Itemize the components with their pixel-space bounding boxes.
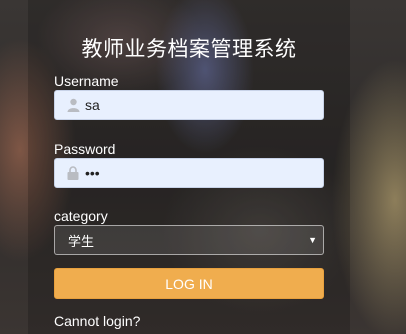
password-value: •••: [85, 165, 100, 181]
user-icon: [63, 98, 83, 112]
password-label: Password: [54, 141, 116, 157]
page-title: 教师业务档案管理系统: [81, 38, 297, 61]
category-selected-value: 学生: [68, 233, 95, 249]
username-label: Username: [54, 73, 119, 89]
password-field[interactable]: •••: [54, 158, 324, 188]
username-field[interactable]: sa: [54, 90, 324, 120]
username-value: sa: [85, 97, 100, 113]
cannot-login-link[interactable]: Cannot login?: [54, 313, 140, 329]
lock-icon: [63, 166, 83, 180]
category-label: category: [54, 208, 108, 224]
chevron-down-icon: ▼: [308, 235, 317, 245]
category-select[interactable]: 学生 ▼: [54, 225, 324, 255]
login-button[interactable]: LOG IN: [54, 268, 324, 299]
